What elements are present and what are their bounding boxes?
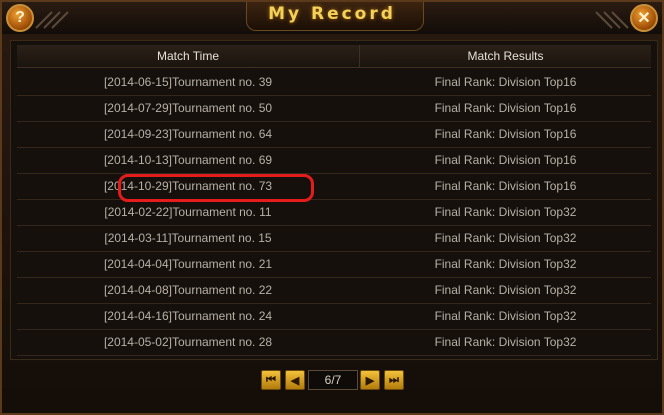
help-button[interactable]: ?	[6, 4, 34, 32]
match-time-cell: [2014-05-02]Tournament no. 28	[103, 335, 273, 349]
table-row[interactable]: [2014-06-15]Tournament no. 39 Final Rank…	[17, 69, 651, 96]
match-result-cell: Final Rank: Division Top32	[434, 257, 577, 271]
table-row[interactable]: [2014-03-11]Tournament no. 15 Final Rank…	[17, 225, 651, 252]
previous-page-button[interactable]: ◀	[285, 370, 305, 390]
first-page-icon: ⏮	[266, 373, 276, 386]
match-result-cell: Final Rank: Division Top32	[434, 335, 577, 349]
record-window: My Record ? ✕ Match Time Match Results […	[0, 0, 664, 415]
last-page-button[interactable]: ⏭	[384, 370, 404, 390]
table-row[interactable]: [2014-10-29]Tournament no. 73 Final Rank…	[17, 173, 651, 200]
table-row[interactable]: [2014-05-02]Tournament no. 28 Final Rank…	[17, 329, 651, 356]
table-row[interactable]: [2014-10-13]Tournament no. 69 Final Rank…	[17, 147, 651, 174]
match-result-cell: Final Rank: Division Top32	[434, 309, 577, 323]
match-time-cell: [2014-04-08]Tournament no. 22	[103, 283, 273, 297]
match-result-cell: Final Rank: Division Top16	[434, 179, 577, 193]
match-result-cell: Final Rank: Division Top16	[434, 153, 577, 167]
close-icon: ✕	[637, 10, 651, 27]
match-time-cell: [2014-07-29]Tournament no. 50	[103, 101, 273, 115]
match-time-cell: [2014-09-23]Tournament no. 64	[103, 127, 273, 141]
match-result-cell: Final Rank: Division Top16	[434, 75, 577, 89]
table-row[interactable]: [2014-09-23]Tournament no. 64 Final Rank…	[17, 121, 651, 148]
previous-page-icon: ◀	[290, 374, 300, 387]
title-bar: My Record ? ✕	[2, 2, 662, 34]
table-row[interactable]: [2014-04-08]Tournament no. 22 Final Rank…	[17, 277, 651, 304]
match-result-cell: Final Rank: Division Top32	[434, 283, 577, 297]
column-header-match-results: Match Results	[467, 49, 544, 63]
next-page-button[interactable]: ▶	[360, 370, 380, 390]
last-page-icon: ⏭	[389, 373, 399, 386]
window-title: My Record	[268, 4, 396, 24]
table-row[interactable]: [2014-04-04]Tournament no. 21 Final Rank…	[17, 251, 651, 278]
match-result-cell: Final Rank: Division Top16	[434, 101, 577, 115]
pagination: ⏮ ◀ 6/7 ▶ ⏭	[2, 370, 662, 392]
table-row[interactable]: [2014-07-29]Tournament no. 50 Final Rank…	[17, 95, 651, 122]
page-indicator: 6/7	[308, 370, 358, 390]
match-result-cell: Final Rank: Division Top32	[434, 205, 577, 219]
match-result-cell: Final Rank: Division Top16	[434, 127, 577, 141]
question-icon: ?	[15, 9, 25, 26]
close-button[interactable]: ✕	[630, 4, 658, 32]
match-time-cell: [2014-03-11]Tournament no. 15	[104, 231, 272, 245]
table-row[interactable]: [2014-02-22]Tournament no. 11 Final Rank…	[17, 199, 651, 226]
match-time-cell: [2014-04-16]Tournament no. 24	[103, 309, 273, 323]
highlight-annotation	[118, 174, 314, 202]
match-time-cell: [2014-06-15]Tournament no. 39	[103, 75, 273, 89]
match-result-cell: Final Rank: Division Top32	[434, 231, 577, 245]
match-time-cell: [2014-10-13]Tournament no. 69	[103, 153, 273, 167]
match-time-cell: [2014-02-22]Tournament no. 11	[104, 205, 272, 219]
ornament-right-icon	[595, 11, 629, 29]
record-table: Match Time Match Results [2014-06-15]Tou…	[10, 40, 658, 360]
ornament-left-icon	[35, 11, 69, 29]
next-page-icon: ▶	[365, 374, 375, 387]
first-page-button[interactable]: ⏮	[261, 370, 281, 390]
column-header-match-time: Match Time	[17, 45, 360, 67]
match-time-cell: [2014-04-04]Tournament no. 21	[103, 257, 273, 271]
table-header: Match Time Match Results	[17, 45, 651, 68]
table-row[interactable]: [2014-04-16]Tournament no. 24 Final Rank…	[17, 303, 651, 330]
